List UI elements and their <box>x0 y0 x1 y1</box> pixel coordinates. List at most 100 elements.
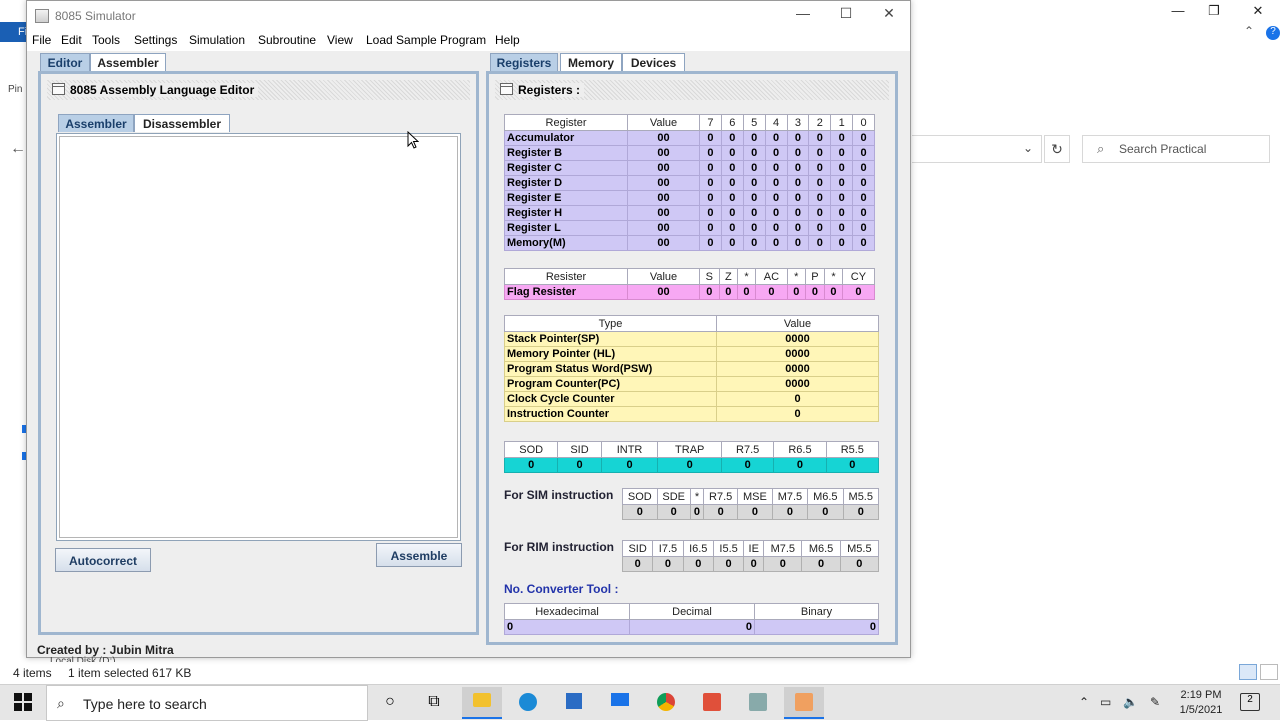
search-icon: ⌕ <box>1097 141 1105 156</box>
mail-icon[interactable] <box>600 687 640 719</box>
large-icons-view-icon[interactable] <box>1260 664 1278 680</box>
panel-window-icon <box>500 83 513 95</box>
menu-file[interactable]: File <box>32 33 51 47</box>
mouse-cursor-icon <box>407 131 419 149</box>
flag-bit: 0 <box>804 284 826 300</box>
pen-icon[interactable]: ✎ <box>1150 695 1160 709</box>
flag-table: Resister Value S Z * AC * P * CY Flag Re… <box>504 268 876 300</box>
address-bar[interactable]: ⌄ <box>912 135 1042 163</box>
assembly-code-editor[interactable] <box>56 133 461 541</box>
back-arrow-icon[interactable]: ← <box>10 140 26 158</box>
store-icon[interactable] <box>554 687 594 719</box>
edge-icon[interactable] <box>508 687 548 719</box>
menu-subroutine[interactable]: Subroutine <box>258 33 316 47</box>
show-hidden-icons-icon[interactable]: ⌃ <box>1079 695 1089 709</box>
table-row: Register H 00 0 0 0 0 0 0 0 0 <box>504 205 875 221</box>
tab-assembler[interactable]: Assembler <box>90 53 166 71</box>
menu-help[interactable]: Help <box>495 33 520 47</box>
column-header: SOD <box>503 441 559 458</box>
register-value: 00 <box>627 145 700 161</box>
code-textarea[interactable] <box>59 136 458 538</box>
bit-value: 0 <box>737 504 773 520</box>
column-header: AC <box>754 268 788 285</box>
tab-devices[interactable]: Devices <box>622 53 685 71</box>
column-header: Register <box>504 114 628 131</box>
menu-view[interactable]: View <box>327 33 353 47</box>
help-icon[interactable]: ? <box>1266 26 1280 40</box>
register-bit: 0 <box>852 205 875 221</box>
menu-edit[interactable]: Edit <box>61 33 82 47</box>
windows-start-icon[interactable] <box>0 685 46 721</box>
chrome-icon[interactable] <box>646 687 686 719</box>
menu-simulation[interactable]: Simulation <box>189 33 245 47</box>
bg-restore-icon[interactable]: ❐ <box>1192 0 1236 22</box>
cortana-icon[interactable]: ○ <box>370 687 410 719</box>
subtab-disassembler[interactable]: Disassembler <box>134 114 230 132</box>
search-input[interactable]: ⌕ Search Practical <box>1082 135 1270 163</box>
column-header: M7.5 <box>771 488 809 505</box>
table-header: Type Value <box>504 315 879 332</box>
window-title: 8085 Simulator <box>55 9 136 23</box>
table-header: Hexadecimal Decimal Binary <box>504 603 879 620</box>
decimal-input[interactable]: 0 <box>629 619 755 635</box>
autocorrect-button[interactable]: Autocorrect <box>55 548 151 572</box>
column-header: Value <box>716 315 879 332</box>
details-view-icon[interactable] <box>1239 664 1257 680</box>
register-bit: 0 <box>699 205 722 221</box>
register-bit: 0 <box>764 190 788 206</box>
table-row: Program Status Word(PSW) 0000 <box>504 361 879 377</box>
tab-editor[interactable]: Editor <box>40 53 90 71</box>
status-item-count: 4 items <box>13 666 52 680</box>
sim-label: For SIM instruction <box>504 488 614 502</box>
table-row: 0000000 <box>503 457 880 473</box>
chevron-down-icon[interactable]: ⌄ <box>1023 141 1033 155</box>
register-bit: 0 <box>852 160 875 176</box>
register-bit: 0 <box>764 160 788 176</box>
status-bar: 4 items 1 item selected 617 KB <box>0 662 1280 684</box>
volume-icon[interactable]: 🔈 <box>1123 695 1138 709</box>
menu-bar: File Edit Tools Settings Simulation Subr… <box>27 31 910 51</box>
tab-registers[interactable]: Registers <box>490 53 558 71</box>
collapse-ribbon-icon[interactable]: ⌃ <box>1244 24 1254 38</box>
register-value: 00 <box>627 160 700 176</box>
table-row: 00000000 <box>621 556 880 572</box>
maximize-icon[interactable]: ☐ <box>824 5 868 27</box>
bg-close-icon[interactable]: ✕ <box>1236 0 1280 22</box>
hex-input[interactable]: 0 <box>504 619 630 635</box>
register-name: Register L <box>504 220 628 236</box>
bit-value: 0 <box>652 556 684 572</box>
register-bit: 0 <box>764 145 788 161</box>
register-value: 00 <box>627 175 700 191</box>
task-view-icon[interactable]: ⧉ <box>414 687 454 719</box>
tab-memory[interactable]: Memory <box>560 53 622 71</box>
menu-load-sample-program[interactable]: Load Sample Program <box>366 33 486 47</box>
subtab-assembler[interactable]: Assembler <box>58 114 134 132</box>
table-row: Memory(M) 00 0 0 0 0 0 0 0 0 <box>504 235 875 251</box>
file-tab[interactable]: Fi <box>0 22 26 42</box>
register-bit: 0 <box>742 175 766 191</box>
bit-value: 0 <box>657 457 723 473</box>
column-header: M6.5 <box>807 488 844 505</box>
simulator-taskbar-icon[interactable] <box>784 687 824 719</box>
register-bit: 0 <box>764 175 788 191</box>
assemble-button[interactable]: Assemble <box>376 543 462 567</box>
bit-value: 0 <box>689 504 705 520</box>
binary-input[interactable]: 0 <box>754 619 879 635</box>
minimize-icon[interactable]: — <box>781 5 825 27</box>
taskbar: ⌕ Type here to search ○ ⧉ ⌃ ▭ 🔈 ✎ 2:19 P… <box>0 684 1280 721</box>
menu-settings[interactable]: Settings <box>134 33 177 47</box>
notification-icon[interactable]: 2 <box>1240 693 1260 711</box>
menu-tools[interactable]: Tools <box>92 33 120 47</box>
battery-icon[interactable]: ▭ <box>1100 695 1111 709</box>
taskbar-search-input[interactable]: ⌕ Type here to search <box>46 685 368 721</box>
register-bit: 0 <box>852 175 875 191</box>
clock[interactable]: 2:19 PM 1/5/2021 <box>1176 688 1226 718</box>
register-name: Memory(M) <box>504 235 628 251</box>
close-icon[interactable]: ✕ <box>867 5 911 27</box>
file-explorer-icon[interactable] <box>462 687 502 719</box>
app-icon-red[interactable] <box>692 687 732 719</box>
app-icon-java[interactable] <box>738 687 778 719</box>
bit-value: 0 <box>622 504 658 520</box>
sim-table: SOD SDE * R7.5 MSE M7.5 M6.5 M5.5 00000000 <box>622 488 880 520</box>
refresh-icon[interactable]: ↻ <box>1044 135 1070 163</box>
